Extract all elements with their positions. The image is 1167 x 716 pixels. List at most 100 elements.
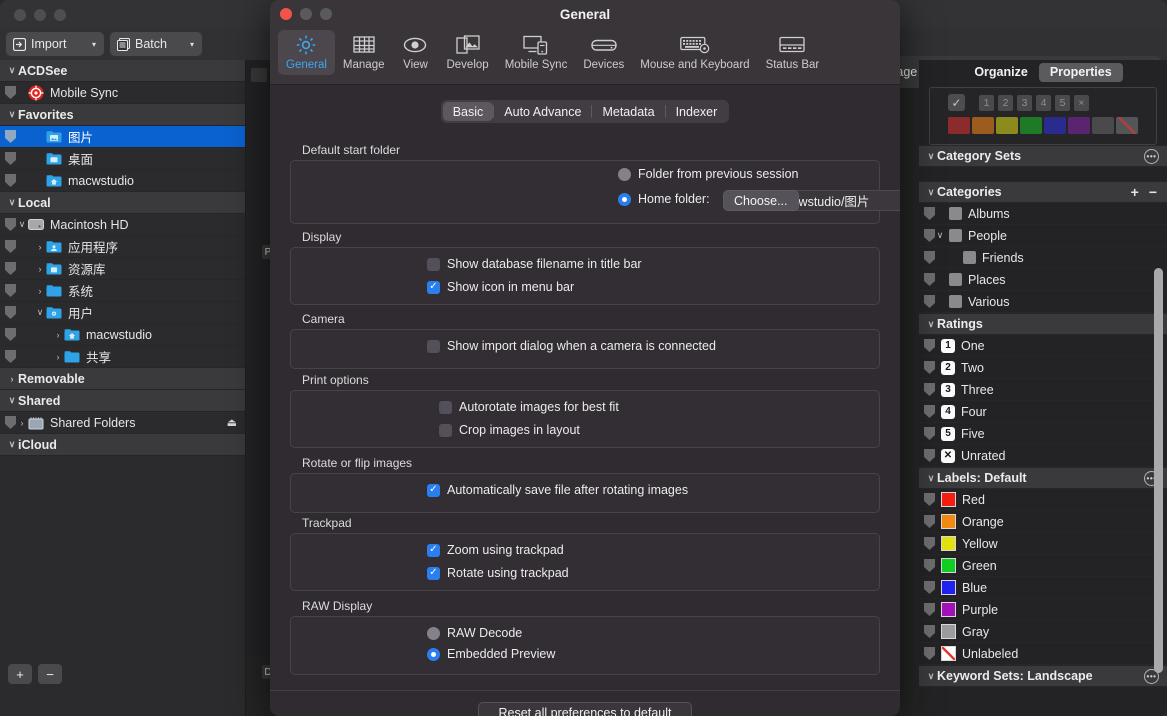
- checkbox-show-db-filename[interactable]: [427, 257, 440, 271]
- shield-icon[interactable]: [924, 383, 935, 396]
- shield-icon[interactable]: [5, 218, 16, 231]
- shield-icon[interactable]: [5, 152, 16, 165]
- sidebar-item-shared-folders[interactable]: › Shared Folders ⏏: [0, 412, 245, 434]
- import-caret-icon[interactable]: ▾: [92, 40, 96, 49]
- quick-rating-1[interactable]: 1: [979, 94, 994, 111]
- category-checkbox[interactable]: [949, 273, 962, 286]
- sidebar-item-共享[interactable]: › 共享: [0, 346, 245, 368]
- app-zoom-button[interactable]: [54, 9, 66, 21]
- sidebar-item-资源库[interactable]: › 资源库: [0, 258, 245, 280]
- prefs-subtab-basic[interactable]: Basic: [442, 102, 494, 121]
- panel-group-category-sets[interactable]: ∨ Category Sets •••: [919, 145, 1167, 167]
- chevron-down-icon[interactable]: ∨: [6, 395, 18, 406]
- chevron-right-icon[interactable]: ›: [6, 374, 18, 384]
- prefs-tab-general[interactable]: General: [278, 30, 335, 75]
- prefs-tab-develop[interactable]: Develop: [438, 30, 496, 75]
- shield-icon[interactable]: [5, 328, 16, 341]
- folders-sidebar[interactable]: ∨ ACDSee Mobile Sync ∨ Favorites 图片 桌面 macwstud…: [0, 60, 246, 656]
- app-minimize-button[interactable]: [34, 9, 46, 21]
- quick-color-swatch-6[interactable]: [1092, 117, 1114, 134]
- chevron-down-icon[interactable]: ∨: [925, 671, 937, 682]
- prefs-tab-mobile-sync[interactable]: Mobile Sync: [497, 30, 576, 75]
- quick-rating-×[interactable]: ×: [1074, 94, 1089, 111]
- shield-icon[interactable]: [5, 350, 16, 363]
- option-show-icon-menubar[interactable]: ✓ Show icon in menu bar: [427, 280, 574, 294]
- prefs-subtab-auto-advance[interactable]: Auto Advance: [494, 102, 591, 121]
- shield-icon[interactable]: [924, 295, 935, 308]
- quick-rating-4[interactable]: 4: [1036, 94, 1051, 111]
- quick-check-icon[interactable]: ✓: [948, 94, 965, 111]
- tab-organize[interactable]: Organize: [963, 63, 1039, 82]
- sidebar-group-favorites[interactable]: ∨ Favorites: [0, 104, 245, 126]
- remove-category-button[interactable]: −: [1149, 185, 1157, 199]
- prefs-tab-manage[interactable]: Manage: [335, 30, 393, 75]
- quick-color-swatch-0[interactable]: [948, 117, 970, 134]
- chevron-down-icon[interactable]: ∨: [6, 439, 18, 450]
- panel-item-red[interactable]: Red: [919, 489, 1167, 511]
- radio-home-folder[interactable]: [618, 192, 631, 206]
- prefs-subtab-indexer[interactable]: Indexer: [666, 102, 728, 121]
- shield-icon[interactable]: [924, 581, 935, 594]
- quick-color-swatch-2[interactable]: [996, 117, 1018, 134]
- shield-icon[interactable]: [924, 273, 935, 286]
- chevron-right-icon[interactable]: ›: [52, 352, 64, 362]
- shield-icon[interactable]: [924, 647, 935, 660]
- panel-item-friends[interactable]: Friends: [919, 247, 1167, 269]
- prefs-tab-devices[interactable]: Devices: [575, 30, 632, 75]
- shield-icon[interactable]: [5, 416, 16, 429]
- checkbox-rotate-trackpad[interactable]: ✓: [427, 566, 440, 580]
- quick-color-swatch-5[interactable]: [1068, 117, 1090, 134]
- add-category-button[interactable]: +: [1131, 185, 1139, 199]
- panel-item-three[interactable]: 3 Three: [919, 379, 1167, 401]
- shield-icon[interactable]: [924, 559, 935, 572]
- shield-icon[interactable]: [924, 625, 935, 638]
- prefs-tab-status-bar[interactable]: Status Bar: [758, 30, 828, 75]
- radio-folder-previous[interactable]: [618, 167, 631, 181]
- chevron-down-icon[interactable]: ∨: [6, 197, 18, 208]
- shield-icon[interactable]: [924, 515, 935, 528]
- sidebar-item-用户[interactable]: ∨ 用户: [0, 302, 245, 324]
- panel-item-blue[interactable]: Blue: [919, 577, 1167, 599]
- shield-icon[interactable]: [924, 427, 935, 440]
- radio-raw-decode[interactable]: [427, 626, 440, 640]
- panel-item-yellow[interactable]: Yellow: [919, 533, 1167, 555]
- checkbox-crop-images[interactable]: [439, 423, 452, 437]
- shield-icon[interactable]: [924, 361, 935, 374]
- panel-item-orange[interactable]: Orange: [919, 511, 1167, 533]
- chevron-down-icon[interactable]: ∨: [925, 319, 937, 330]
- chevron-down-icon[interactable]: ∨: [925, 473, 937, 484]
- option-autorotate-images[interactable]: Autorotate images for best fit: [439, 400, 619, 414]
- sidebar-item-macwstudio[interactable]: macwstudio: [0, 170, 245, 192]
- shield-icon[interactable]: [5, 174, 16, 187]
- prefs-tab-mouse-and-keyboard[interactable]: Mouse and Keyboard: [632, 30, 757, 75]
- sidebar-item-mobile-sync[interactable]: Mobile Sync: [0, 82, 245, 104]
- shield-icon[interactable]: [5, 240, 16, 253]
- shield-icon[interactable]: [5, 284, 16, 297]
- panel-item-places[interactable]: Places: [919, 269, 1167, 291]
- chevron-right-icon[interactable]: ›: [52, 330, 64, 340]
- shield-icon[interactable]: [924, 339, 935, 352]
- remove-folder-button[interactable]: −: [38, 664, 62, 684]
- batch-caret-icon[interactable]: ▾: [190, 40, 194, 49]
- prefs-close-button[interactable]: [280, 8, 292, 20]
- shield-icon[interactable]: [5, 262, 16, 275]
- checkbox-show-icon-menubar[interactable]: ✓: [427, 280, 440, 294]
- option-show-import-dialog[interactable]: Show import dialog when a camera is conn…: [427, 339, 716, 353]
- category-checkbox[interactable]: [949, 229, 962, 242]
- panel-group-categories[interactable]: ∨ Categories + −: [919, 181, 1167, 203]
- shield-icon[interactable]: [5, 86, 16, 99]
- sidebar-item-系统[interactable]: › 系统: [0, 280, 245, 302]
- option-show-db-filename[interactable]: Show database filename in title bar: [427, 257, 642, 271]
- batch-button[interactable]: Batch ▾: [110, 32, 202, 56]
- category-checkbox[interactable]: [963, 251, 976, 264]
- panel-item-unrated[interactable]: ✕ Unrated: [919, 445, 1167, 467]
- prefs-minimize-button[interactable]: [300, 8, 312, 20]
- panel-item-people[interactable]: ∨ People: [919, 225, 1167, 247]
- shield-icon[interactable]: [924, 229, 935, 242]
- option-rotate-trackpad[interactable]: ✓ Rotate using trackpad: [427, 566, 569, 580]
- app-traffic-lights[interactable]: [14, 9, 66, 21]
- panel-item-purple[interactable]: Purple: [919, 599, 1167, 621]
- panel-item-albums[interactable]: Albums: [919, 203, 1167, 225]
- category-checkbox[interactable]: [949, 295, 962, 308]
- quick-rating-2[interactable]: 2: [998, 94, 1013, 111]
